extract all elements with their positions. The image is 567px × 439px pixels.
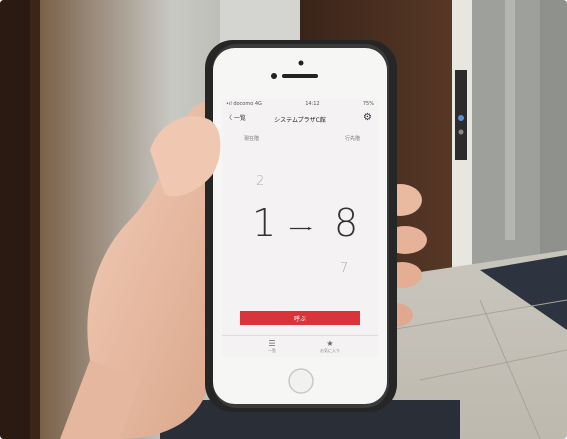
current-floor-label: 現在階 xyxy=(244,136,260,142)
destination-floor-label: 行先階 xyxy=(344,136,360,142)
photo-frame: •ıl docomo 4G 14:12 75% 〈 一覧 システムプラザC館 ⚙… xyxy=(0,0,567,439)
call-elevator-button[interactable]: 呼ぶ xyxy=(240,311,360,325)
tab-bar: ☰ 一覧 ★ お気に入り xyxy=(222,335,378,357)
next-floor-option[interactable]: 7 xyxy=(340,261,348,276)
current-floor-picker[interactable]: 1 xyxy=(252,201,276,245)
battery-level: 75% xyxy=(362,100,374,107)
list-icon: ☰ xyxy=(268,339,276,348)
star-icon: ★ xyxy=(326,339,334,348)
tab-list-label: 一覧 xyxy=(268,348,276,353)
phone-screen: •ıl docomo 4G 14:12 75% 〈 一覧 システムプラザC館 ⚙… xyxy=(222,99,378,357)
gear-icon[interactable]: ⚙ xyxy=(363,112,372,123)
tab-list[interactable]: ☰ 一覧 xyxy=(252,339,292,354)
tab-favorites-label: お気に入り xyxy=(320,348,340,353)
status-time: 14:12 xyxy=(305,100,320,107)
destination-floor-picker[interactable]: 8 xyxy=(334,201,358,245)
status-bar: •ıl docomo 4G 14:12 75% xyxy=(222,99,378,108)
tab-favorites[interactable]: ★ お気に入り xyxy=(310,339,350,354)
carrier-signal: •ıl docomo 4G xyxy=(226,100,262,107)
page-title: システムプラザC館 xyxy=(274,117,326,124)
arrow-right-icon xyxy=(290,227,312,230)
navigation-bar: 〈 一覧 システムプラザC館 ⚙ xyxy=(222,109,378,127)
previous-floor-option[interactable]: 2 xyxy=(256,174,264,189)
